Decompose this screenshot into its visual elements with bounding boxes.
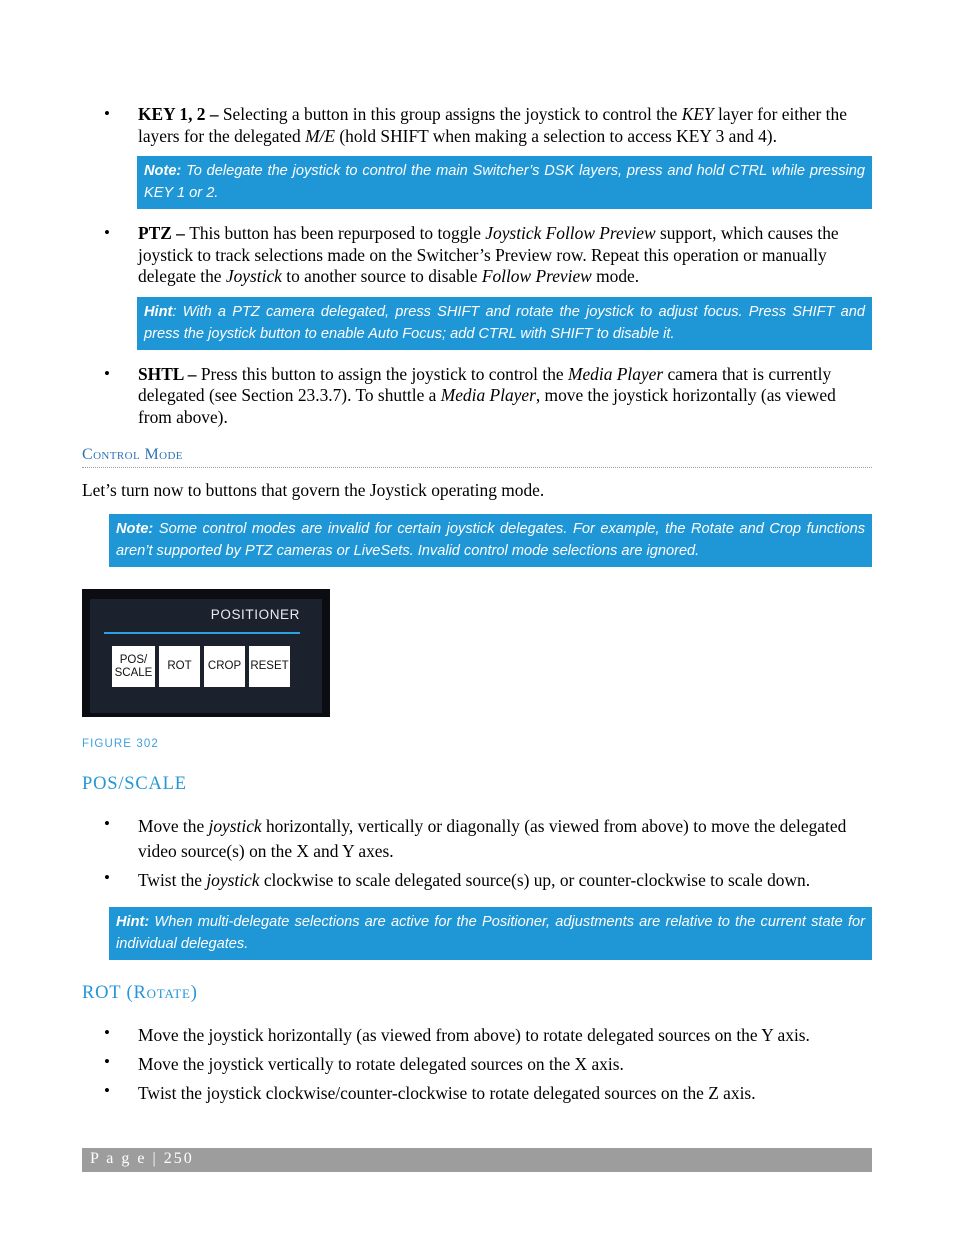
page-number-label: P a g e | 250 [90, 1150, 194, 1167]
panel-button-crop[interactable]: CROP [204, 646, 245, 687]
bullet-marker: • [104, 104, 110, 123]
list-item: • Twist the joystick clockwise/counter-cl… [82, 1081, 872, 1106]
callout-text: Some control modes are invalid for certa… [116, 521, 865, 559]
paragraph-control-mode-intro: Let’s turn now to buttons that govern th… [82, 480, 545, 500]
page-footer-bar: P a g e | 250 [82, 1148, 872, 1172]
list-item: • Move the joystick horizontally (as view… [82, 1023, 872, 1048]
callout-label: Hint [144, 303, 173, 320]
list-item: • Move the joystick horizontally, vertica… [82, 814, 872, 864]
list-item-text: Twist the joystick clockwise to scale de… [138, 870, 811, 890]
list-item-text: Move the joystick vertically to rotate d… [138, 1054, 624, 1074]
panel-button-label-line1: POS/ [119, 654, 148, 666]
panel-accent-rule [104, 632, 300, 634]
bullet-marker: • [104, 363, 110, 383]
list-item-text: Move the joystick horizontally, vertical… [138, 816, 847, 861]
subsection-heading-pos-scale: POS/SCALE [82, 774, 187, 794]
bullet-marker: • [104, 868, 110, 887]
list-item-lead: KEY 1, 2 – [138, 104, 223, 124]
document-page: • KEY 1, 2 – Selecting a button in this g… [0, 0, 954, 1235]
rot-heading-smallcaps: Rotate [133, 983, 191, 1003]
hint-callout-ptz: Hint: With a PTZ camera delegated, press… [137, 296, 872, 350]
list-item: • SHTL – Press this button to assign the … [82, 364, 872, 429]
list-item: • KEY 1, 2 – Selecting a button in this g… [82, 104, 872, 147]
bullet-marker: • [104, 223, 110, 242]
list-item-lead: PTZ – [138, 223, 190, 243]
page-content: • KEY 1, 2 – Selecting a button in this g… [82, 104, 872, 1110]
list-item-text: Press this button to assign the joystick… [138, 363, 836, 427]
callout-label: Note: [144, 163, 182, 179]
bullet-marker: • [104, 1081, 110, 1100]
callout-text: : With a PTZ camera delegated, press SHI… [144, 303, 865, 342]
bullet-marker: • [104, 1052, 110, 1071]
subsection-heading-rot: ROT (Rotate) [82, 983, 872, 1004]
panel-button-label-line2: SCALE [114, 666, 153, 679]
panel-button-reset[interactable]: RESET [249, 646, 290, 687]
hint-callout-positioner: Hint: When multi-delegate selections are… [109, 907, 872, 960]
note-callout-key: Note: To delegate the joystick to contro… [137, 156, 872, 209]
list-item: • PTZ – This button has been repurposed t… [82, 223, 872, 288]
list-item-text: Selecting a button in this group assigns… [138, 104, 847, 146]
list-item-lead: SHTL – [138, 363, 201, 384]
bullet-marker: • [104, 1023, 110, 1042]
rot-heading-main: ROT ( [82, 983, 134, 1003]
list-item: • Move the joystick vertically to rotate… [82, 1052, 872, 1077]
callout-text: To delegate the joystick to control the … [144, 163, 865, 201]
list-item-text: This button has been repurposed to toggl… [138, 223, 839, 286]
list-item: • Twist the joystick clockwise to scale d… [82, 868, 872, 893]
panel-inner-surface: POSITIONER POS/ SCALE ROT CROP RESET [90, 599, 322, 713]
list-item-text: Twist the joystick clockwise/counter-clo… [138, 1083, 756, 1103]
figure-caption: FIGURE 302 [82, 738, 159, 750]
callout-label: Hint: [116, 914, 150, 930]
callout-text: When multi-delegate selections are activ… [116, 914, 865, 952]
panel-button-row: POS/ SCALE ROT CROP RESET [112, 646, 290, 687]
figure-positioner-panel: POSITIONER POS/ SCALE ROT CROP RESET [82, 589, 330, 717]
bullet-marker: • [104, 814, 110, 833]
panel-button-pos-scale[interactable]: POS/ SCALE [112, 646, 155, 687]
panel-title-positioner: POSITIONER [210, 607, 300, 622]
callout-label: Note: [116, 521, 154, 537]
section-heading-control-mode: Control Mode [82, 446, 872, 468]
note-callout-control-mode: Note: Some control modes are invalid for… [109, 514, 872, 567]
rot-heading-tail: ) [190, 983, 198, 1003]
panel-button-rot[interactable]: ROT [159, 646, 200, 687]
list-item-text: Move the joystick horizontally (as viewe… [138, 1025, 810, 1045]
